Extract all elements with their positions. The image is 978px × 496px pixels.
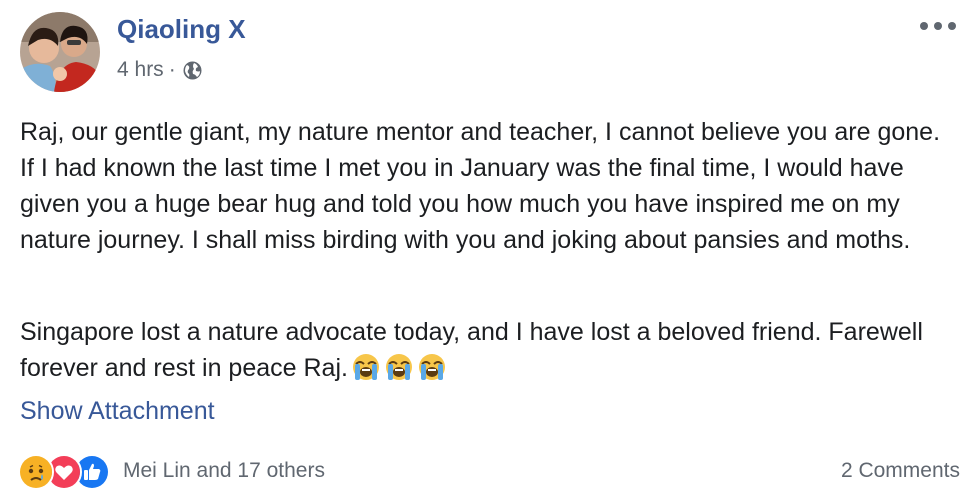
- avatar-photo: [20, 12, 100, 92]
- sad-reaction-icon[interactable]: [18, 454, 54, 490]
- meta-separator: ·: [168, 58, 176, 81]
- post-paragraph-2: Singapore lost a nature advocate today, …: [20, 314, 960, 386]
- author-avatar[interactable]: [20, 12, 100, 92]
- post-meta: 4 hrs ·: [117, 58, 203, 82]
- post-timestamp[interactable]: 4 hrs: [117, 58, 164, 82]
- globe-icon[interactable]: [182, 60, 203, 81]
- post-paragraph-1: Raj, our gentle giant, my nature mentor …: [20, 118, 941, 254]
- more-dot: [934, 22, 942, 30]
- reaction-icons[interactable]: [18, 454, 110, 490]
- loudly-crying-face-icon: [351, 352, 381, 382]
- more-icon[interactable]: [920, 14, 956, 38]
- more-dot: [920, 22, 928, 30]
- post-paragraph-2-text: Singapore lost a nature advocate today, …: [20, 318, 923, 382]
- show-attachment-link[interactable]: Show Attachment: [20, 397, 215, 426]
- loudly-crying-face-icon: [417, 352, 447, 382]
- loudly-crying-face-icon: [384, 352, 414, 382]
- author-name[interactable]: Qiaoling X: [117, 14, 246, 45]
- more-dot: [948, 22, 956, 30]
- comments-count-link[interactable]: 2 Comments: [841, 459, 960, 483]
- reaction-names[interactable]: Mei Lin and 17 others: [123, 459, 325, 483]
